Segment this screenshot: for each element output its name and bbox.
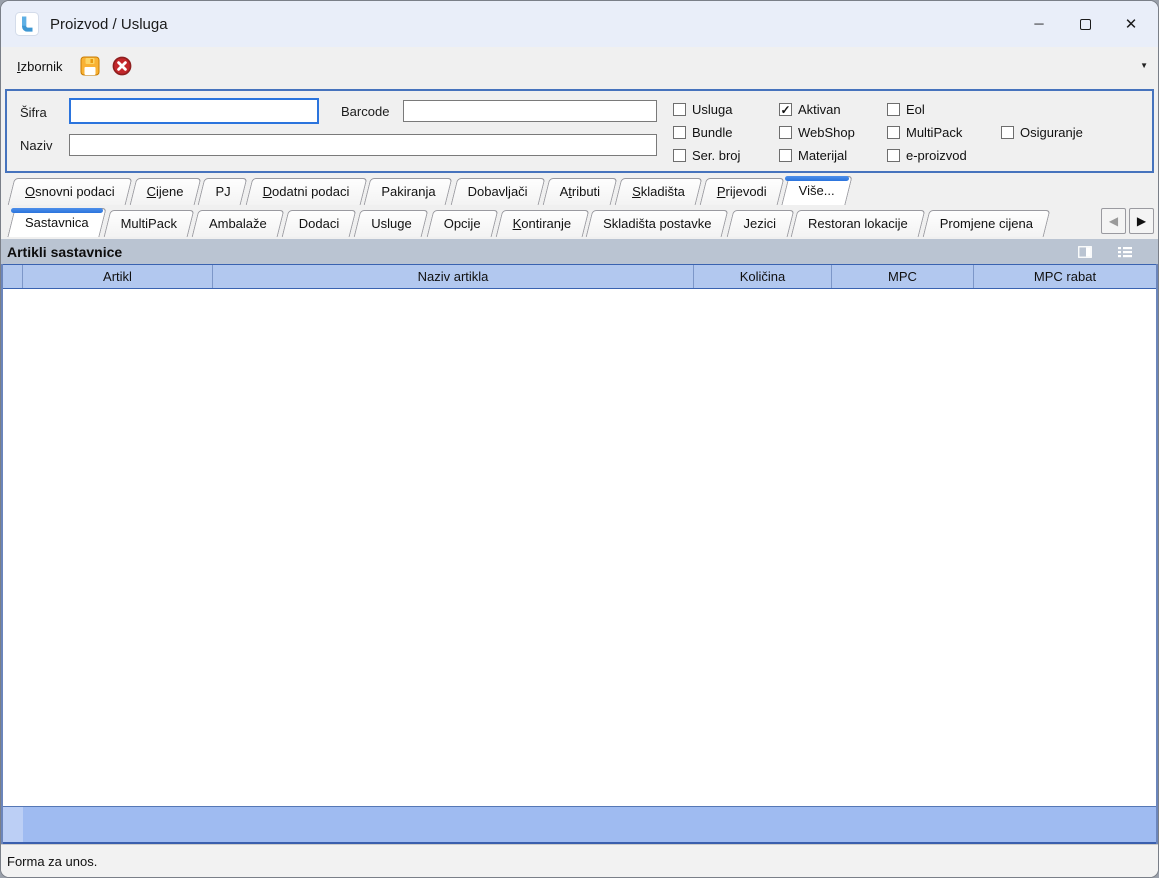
checkbox-label: Usluga xyxy=(692,102,732,117)
sub-tabs: Sastavnica MultiPack Ambalaže Dodaci Usl… xyxy=(1,205,1158,237)
close-button[interactable]: ✕ xyxy=(1108,1,1154,47)
arrow-left-icon: ◀ xyxy=(1109,214,1118,228)
barcode-input[interactable] xyxy=(403,100,657,122)
tab-scroll-right-button[interactable]: ▶ xyxy=(1129,208,1154,234)
cancel-icon xyxy=(112,56,132,76)
maximize-icon xyxy=(1080,19,1091,30)
minimize-button[interactable]: ─ xyxy=(1016,1,1062,47)
tab-prijevodi[interactable]: Prijevodi xyxy=(703,178,781,205)
tab-kontiranje[interactable]: Kontiranje xyxy=(499,210,586,237)
statusbar: Forma za unos. xyxy=(1,844,1158,877)
checkbox-label: Ser. broj xyxy=(692,148,740,163)
toolbar-overflow-button[interactable]: ▼ xyxy=(1140,61,1148,70)
tab-multipack[interactable]: MultiPack xyxy=(107,210,191,237)
grid-footer-indicator-cell xyxy=(3,807,23,842)
tab-sastavnica[interactable]: Sastavnica xyxy=(11,208,103,237)
checkbox-label: Bundle xyxy=(692,125,732,140)
tab-pj[interactable]: PJ xyxy=(201,178,244,205)
grid-footer-row xyxy=(3,806,1156,844)
checkbox-box xyxy=(1001,126,1014,139)
checkbox-multipack[interactable]: MultiPack xyxy=(887,125,1001,140)
checkbox-eol[interactable]: Eol xyxy=(887,102,1001,117)
tab-dodaci[interactable]: Dodaci xyxy=(285,210,353,237)
checkbox-materijal[interactable]: Materijal xyxy=(779,148,887,163)
sastavnica-grid: Artikl Naziv artikla Količina MPC MPC ra… xyxy=(1,264,1158,844)
tab-opcije[interactable]: Opcije xyxy=(430,210,495,237)
grid-header-indicator xyxy=(3,265,23,288)
checkbox-box: ✓ xyxy=(779,103,792,116)
checkbox-box xyxy=(887,103,900,116)
tab-osnovni-podaci[interactable]: Osnovni podaci xyxy=(11,178,129,205)
tab-restoran-lokacije[interactable]: Restoran lokacije xyxy=(794,210,922,237)
grid-header-mpc-rabat[interactable]: MPC rabat xyxy=(974,265,1156,288)
grid-header-kolicina[interactable]: Količina xyxy=(694,265,832,288)
close-icon: ✕ xyxy=(1125,15,1138,33)
app-logo-icon xyxy=(15,12,39,36)
grid-header-row: Artikl Naziv artikla Količina MPC MPC ra… xyxy=(3,264,1156,289)
window-title: Proizvod / Usluga xyxy=(50,16,168,33)
tab-skladista[interactable]: Skladišta xyxy=(618,178,699,205)
checkbox-osiguranje[interactable]: Osiguranje xyxy=(1001,125,1144,140)
tab-scroll-left-button[interactable]: ◀ xyxy=(1101,208,1126,234)
cancel-button[interactable] xyxy=(109,53,135,79)
arrow-right-icon: ▶ xyxy=(1137,214,1146,228)
checkbox-box xyxy=(673,103,686,116)
titlebar: Proizvod / Usluga ─ ✕ xyxy=(1,1,1158,47)
grid-header-naziv-artikla[interactable]: Naziv artikla xyxy=(213,265,694,288)
sifra-input[interactable] xyxy=(69,98,319,124)
checkbox-box xyxy=(887,149,900,162)
checkbox-e-proizvod[interactable]: e-proizvod xyxy=(887,148,1001,163)
save-floppy-icon xyxy=(80,56,100,76)
checkbox-box xyxy=(779,126,792,139)
checkbox-aktivan[interactable]: ✓ Aktivan xyxy=(779,102,887,117)
checkbox-box xyxy=(887,126,900,139)
checkbox-bundle[interactable]: Bundle xyxy=(673,125,779,140)
menubar: Izbornik ▼ xyxy=(1,47,1158,85)
grid-caption-bar: Artikli sastavnice xyxy=(1,239,1158,264)
naziv-input[interactable] xyxy=(69,134,657,156)
menu-izbornik[interactable]: Izbornik xyxy=(11,56,69,77)
minimize-icon: ─ xyxy=(1034,16,1043,31)
maximize-button[interactable] xyxy=(1062,1,1108,47)
tab-vise[interactable]: Više... xyxy=(785,176,849,205)
product-form-panel: Šifra Barcode Naziv Usluga ✓ Aktivan Eol xyxy=(5,89,1154,173)
checkbox-label: Osiguranje xyxy=(1020,125,1083,140)
checkbox-label: Eol xyxy=(906,102,925,117)
column-list-icon[interactable] xyxy=(1118,246,1132,258)
checkbox-ser-broj[interactable]: Ser. broj xyxy=(673,148,779,163)
checkbox-label: Materijal xyxy=(798,148,847,163)
tab-skladista-postavke[interactable]: Skladišta postavke xyxy=(589,210,725,237)
barcode-label: Barcode xyxy=(341,104,389,119)
checkbox-box xyxy=(673,126,686,139)
tab-dodatni-podaci[interactable]: Dodatni podaci xyxy=(249,178,364,205)
checkbox-usluga[interactable]: Usluga xyxy=(673,102,779,117)
checkbox-label: Aktivan xyxy=(798,102,841,117)
grid-header-mpc[interactable]: MPC xyxy=(832,265,974,288)
main-tabs: Osnovni podaci Cijene PJ Dodatni podaci … xyxy=(1,175,1158,205)
tab-promjene-cijena[interactable]: Promjene cijena xyxy=(926,210,1047,237)
tab-usluge[interactable]: Usluge xyxy=(357,210,425,237)
tab-cijene[interactable]: Cijene xyxy=(133,178,198,205)
tab-ambalaze[interactable]: Ambalaže xyxy=(195,210,281,237)
sifra-label: Šifra xyxy=(20,105,47,120)
grid-header-artikl[interactable]: Artikl xyxy=(23,265,213,288)
checkbox-box xyxy=(779,149,792,162)
checkbox-label: WebShop xyxy=(798,125,855,140)
naziv-label: Naziv xyxy=(20,138,53,153)
app-window: Proizvod / Usluga ─ ✕ Izbornik ▼ Šifr xyxy=(0,0,1159,878)
tab-dobavljaci[interactable]: Dobavljači xyxy=(454,178,542,205)
status-text: Forma za unos. xyxy=(7,854,97,869)
tab-jezici[interactable]: Jezici xyxy=(730,210,791,237)
tab-pakiranja[interactable]: Pakiranja xyxy=(367,178,449,205)
flags-checkbox-grid: Usluga ✓ Aktivan Eol Bundle WebShop xyxy=(673,98,1144,167)
grid-body-empty xyxy=(3,289,1156,806)
tab-atributi[interactable]: Atributi xyxy=(546,178,614,205)
band-view-icon[interactable] xyxy=(1078,246,1092,258)
grid-title: Artikli sastavnice xyxy=(7,244,122,260)
checkbox-label: e-proizvod xyxy=(906,148,967,163)
checkbox-webshop[interactable]: WebShop xyxy=(779,125,887,140)
save-button[interactable] xyxy=(77,53,103,79)
checkbox-label: MultiPack xyxy=(906,125,962,140)
checkbox-box xyxy=(673,149,686,162)
